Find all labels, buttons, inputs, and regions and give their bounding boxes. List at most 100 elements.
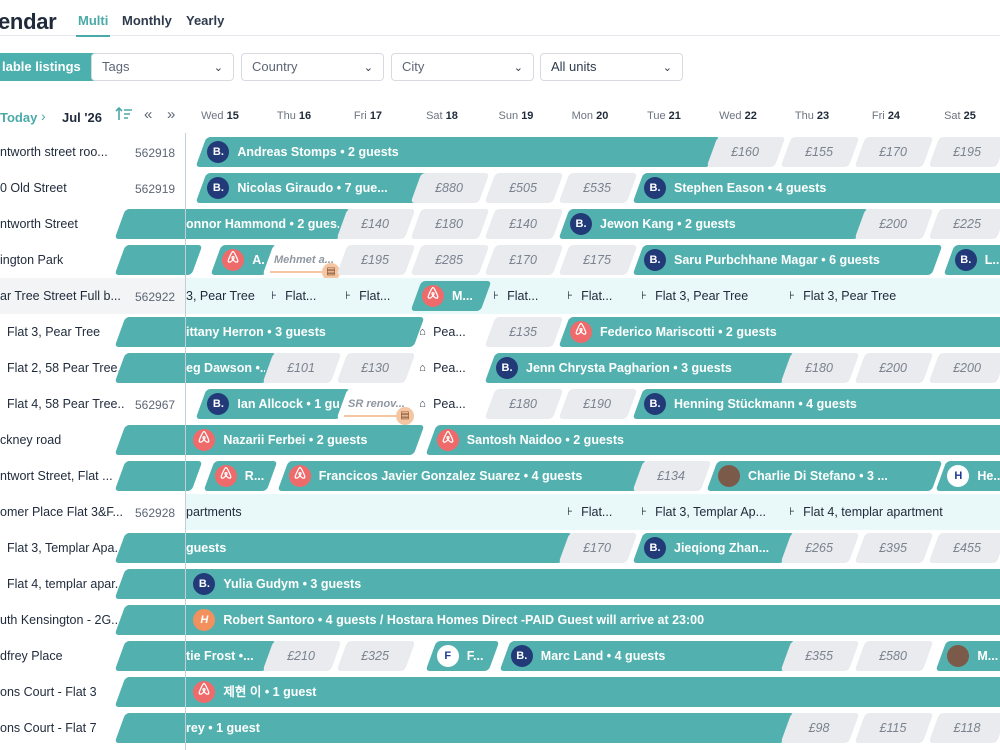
listing-name: Flat 4, 58 Pear Tree... [7,397,125,411]
day-header-date: 18 [445,110,458,122]
initial-icon: F [436,645,459,667]
tab-monthly[interactable]: Monthly [122,13,172,28]
reservation-guest: 제현 이 • 1 guest [223,685,317,699]
listing-row[interactable]: omer Place Flat 3&F... 562928 [0,494,185,530]
chevron-down-icon: ⌄ [363,62,373,74]
listing-row[interactable]: Flat 4, 58 Pear Tree... 562967 [0,386,185,422]
city-select[interactable]: City ⌄ [391,53,534,81]
day-header: Wed 15 [183,110,257,122]
unit-label: Flat... [581,289,613,303]
day-header-date: 19 [521,110,534,122]
reservation-guest: Santosh Naidoo • 2 guests [466,433,624,447]
blocked-night-icon: ⊦ [567,290,573,302]
chevron-right-icon[interactable]: › [41,108,46,124]
note-icon[interactable]: ▤ [396,407,414,425]
reservation-guest: Marc Land • 4 guests [540,649,666,663]
reservation-guest: Andreas Stomps • 2 guests [237,145,399,159]
units-select[interactable]: All units ⌄ [540,53,683,81]
reservation-guest: He... [977,469,1000,483]
listing-row[interactable]: ntworth street roo... 562918 [0,134,185,170]
nightly-rate: £225 [953,217,981,231]
day-header-date: 20 [596,110,609,122]
nightly-rate: £285 [435,253,463,267]
nightly-rate: £134 [657,469,685,483]
day-header-dow: Thu [794,110,817,122]
reservation-guest: Nazarii Ferbei • 2 guests [223,433,368,447]
nightly-rate: £180 [805,361,833,375]
chevron-down-icon: ⌄ [213,62,223,74]
reservation-guest: Henning Stückmann • 4 guests [674,397,857,411]
today-button[interactable]: Today [0,110,37,125]
nightly-rate: £200 [953,361,981,375]
blocked-night-icon: ⊦ [641,290,647,302]
chevron-down-icon: ⌄ [662,62,672,74]
today-line [185,133,186,750]
sort-icon[interactable] [115,106,133,125]
airbnb-icon [422,285,444,307]
home-icon: ⌂ [419,326,426,338]
day-header-dow: Sun [498,110,522,122]
reservation-guest: Nicolas Giraudo • 7 gue... [237,181,388,195]
booking-com-icon: B. [570,213,592,235]
double-chevron-left-icon[interactable]: « [144,106,152,123]
top-bar: endar Multi Monthly Yearly [0,0,1000,37]
day-header: Sat 18 [405,110,479,122]
day-header: Mon 20 [553,110,627,122]
double-chevron-right-icon[interactable]: » [167,106,175,123]
unit-label: Pea... [433,325,466,339]
day-header: Wed 22 [701,110,775,122]
current-month: Jul '26 [62,110,102,125]
listing-name: ntwort Street, Flat ... [0,469,113,483]
country-select[interactable]: Country ⌄ [241,53,384,81]
units-select-value: All units [551,59,597,74]
tags-select-value: Tags [102,59,130,74]
day-header: Fri 17 [331,110,405,122]
reservation-bar[interactable] [114,461,203,491]
unit-label: partments [186,505,242,519]
nightly-rate: £140 [509,217,537,231]
note-connector [270,271,324,273]
listing-row[interactable]: 0 Old Street 562919 [0,170,185,206]
day-header: Thu 16 [257,110,331,122]
booking-com-icon: B. [644,249,666,271]
blocked-night-icon: ⊦ [789,506,795,518]
nightly-rate: £98 [808,721,830,735]
day-header-date: 16 [298,110,312,122]
country-select-value: Country [252,59,298,74]
nightly-rate: £355 [805,649,833,663]
reservation-guest: Ian Allcock • 1 gu... [237,397,340,411]
blocked-night-icon: ⊦ [493,290,499,302]
day-header: Fri 24 [849,110,923,122]
listing-id: 562967 [135,398,176,412]
unit-label: 3, Pear Tree [186,289,255,303]
unit-label: Flat 3, Pear Tree [655,289,749,303]
unit-label: Flat... [359,289,391,303]
avatar-icon [718,465,740,487]
reservation-bar[interactable] [114,245,203,275]
tags-select[interactable]: Tags ⌄ [91,53,234,81]
tab-multi[interactable]: Multi [75,13,111,37]
blocked-night-icon: ⊦ [345,290,351,302]
listing-row[interactable]: ar Tree Street Full b... 562922 [0,278,185,314]
blocked-night-icon: ⊦ [641,506,647,518]
airbnb-icon [288,465,311,487]
listing-id: 562919 [135,182,176,196]
day-header-date: 25 [963,110,976,122]
nightly-rate: £195 [953,145,981,159]
listing-name: ons Court - Flat 3 [0,685,97,699]
home-icon: ⌂ [419,362,426,374]
day-header: Sat 25 [923,110,997,122]
reservation-guest: M... [452,289,473,303]
tab-yearly[interactable]: Yearly [186,13,224,28]
reservation-guest: R... [244,469,265,483]
home-icon: ⌂ [419,398,426,410]
reservation-guest: eg Dawson •... [186,361,266,375]
page-title: endar [0,9,57,34]
day-header-dow: Thu [276,110,299,122]
day-header: Sun 19 [479,110,553,122]
day-header-dow: Wed [201,110,227,122]
day-header-date: 23 [816,110,830,122]
day-header-date: 17 [369,110,383,122]
listing-name: uth Kensington - 2G... [0,613,122,627]
reservation-guest: tie Frost •... [186,649,254,663]
